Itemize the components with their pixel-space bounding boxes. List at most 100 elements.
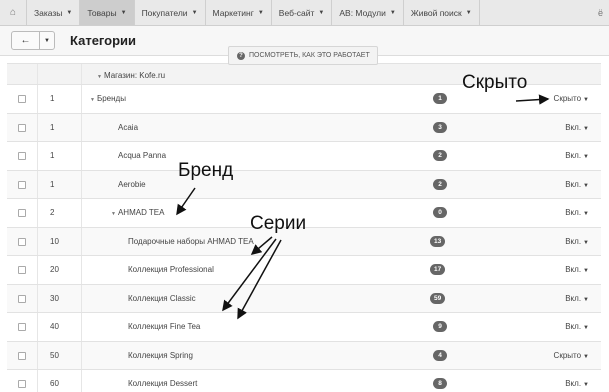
expand-caret-icon[interactable]: ▼ bbox=[90, 97, 95, 103]
status-dropdown[interactable]: Скрыто ▼ bbox=[554, 94, 589, 103]
category-name-text: Коллекция Professional bbox=[128, 265, 214, 274]
row-checkbox[interactable] bbox=[18, 123, 26, 132]
caret-down-icon: ▼ bbox=[583, 296, 589, 303]
category-name[interactable]: Коллекция Fine Tea bbox=[128, 322, 200, 331]
status-dropdown[interactable]: Вкл. ▼ bbox=[565, 265, 589, 274]
status-dropdown[interactable]: Вкл. ▼ bbox=[565, 123, 589, 132]
status-label: Вкл. bbox=[565, 322, 582, 331]
row-position[interactable]: 1 bbox=[50, 123, 54, 132]
nav-item-label: Веб-сайт bbox=[278, 7, 315, 18]
row-checkbox[interactable] bbox=[18, 266, 26, 274]
row-checkbox[interactable] bbox=[18, 351, 26, 360]
category-name-text: Acaia bbox=[118, 122, 139, 132]
page-title: Категории bbox=[70, 33, 137, 48]
status-dropdown[interactable]: Вкл. ▼ bbox=[565, 294, 589, 303]
nav-item[interactable]: Заказы ▼ bbox=[27, 0, 81, 25]
row-position[interactable]: 1 bbox=[50, 180, 54, 189]
table-row: 20 Коллекция Professional 17 Вкл. ▼ bbox=[7, 256, 601, 285]
caret-down-icon: ▼ bbox=[583, 382, 589, 388]
table-row: 30 Коллекция Classic 59 Вкл. ▼ bbox=[7, 284, 601, 313]
row-checkbox[interactable] bbox=[18, 209, 26, 217]
category-name-text: Бренды bbox=[96, 94, 126, 103]
row-position[interactable]: 60 bbox=[50, 379, 59, 388]
status-dropdown[interactable]: Вкл. ▼ bbox=[565, 151, 589, 160]
row-checkbox[interactable] bbox=[18, 95, 26, 103]
product-count-badge: 4 bbox=[433, 349, 447, 361]
nav-item[interactable]: AB: Модули ▼ bbox=[332, 0, 404, 25]
row-checkbox[interactable] bbox=[18, 237, 26, 246]
category-name[interactable]: Acaia bbox=[118, 123, 138, 132]
nav-item[interactable]: Маркетинг ▼ bbox=[206, 0, 272, 25]
category-name[interactable]: Aerobie bbox=[118, 180, 146, 189]
product-count-badge: 17 bbox=[430, 264, 446, 275]
caret-down-icon: ▼ bbox=[583, 97, 589, 103]
row-position[interactable]: 50 bbox=[50, 351, 59, 360]
category-name-text: AHMAD TEA bbox=[117, 208, 165, 217]
row-position[interactable]: 2 bbox=[50, 208, 54, 217]
product-count-badge: 0 bbox=[433, 207, 447, 218]
category-name[interactable]: ▼ Бренды bbox=[90, 94, 126, 103]
how-it-works-button[interactable]: ? ПОСМОТРЕТЬ, КАК ЭТО РАБОТАЕТ bbox=[228, 46, 378, 65]
row-position[interactable]: 1 bbox=[50, 151, 54, 160]
status-dropdown[interactable]: Вкл. ▼ bbox=[565, 180, 589, 189]
back-button[interactable]: ← ▼ bbox=[11, 31, 55, 50]
annotation-brand: Бренд bbox=[178, 160, 234, 181]
product-count-badge: 9 bbox=[433, 321, 447, 332]
category-name-text: Acqua Panna bbox=[118, 151, 167, 160]
nav-item[interactable]: Веб-сайт ▼ bbox=[272, 0, 333, 25]
row-checkbox[interactable] bbox=[18, 294, 26, 303]
status-dropdown[interactable]: Вкл. ▼ bbox=[565, 379, 589, 388]
product-count-badge: 59 bbox=[430, 292, 446, 304]
product-count-badge: 1 bbox=[433, 93, 447, 104]
row-checkbox[interactable] bbox=[18, 180, 26, 189]
row-position[interactable]: 10 bbox=[50, 237, 59, 246]
caret-down-icon: ▼ bbox=[465, 9, 472, 16]
status-label: Вкл. bbox=[565, 265, 582, 274]
table-row: 50 Коллекция Spring 4 Скрыто ▼ bbox=[7, 341, 601, 370]
caret-down-icon: ▼ bbox=[120, 9, 127, 16]
row-checkbox[interactable] bbox=[18, 323, 26, 331]
home-icon[interactable]: ⌂ bbox=[0, 0, 27, 25]
top-nav: ⌂ Заказы ▼ Товары ▼ Покупатели ▼ Маркетинг ▼ Веб… bbox=[0, 0, 609, 26]
caret-down-icon: ▼ bbox=[389, 9, 396, 16]
status-dropdown[interactable]: Вкл. ▼ bbox=[565, 208, 589, 217]
back-arrow-icon[interactable]: ← bbox=[12, 32, 40, 49]
expand-caret-icon[interactable]: ▼ bbox=[111, 211, 116, 217]
row-position[interactable]: 20 bbox=[50, 265, 59, 274]
category-name[interactable]: ▼ AHMAD TEA bbox=[111, 208, 164, 217]
category-name[interactable]: Коллекция Professional bbox=[128, 265, 214, 274]
category-name[interactable]: Коллекция Spring bbox=[128, 351, 193, 360]
store-label[interactable]: ▼ Магазин: Kofe.ru bbox=[97, 71, 165, 80]
caret-down-icon[interactable]: ▼ bbox=[40, 32, 54, 49]
product-count-badge: 8 bbox=[433, 378, 447, 389]
category-name-text: Aerobie bbox=[118, 179, 146, 189]
nav-item[interactable]: Товары ▼ bbox=[80, 0, 135, 25]
status-dropdown[interactable]: Скрыто ▼ bbox=[554, 351, 589, 360]
nav-item[interactable]: Покупатели ▼ bbox=[135, 0, 206, 25]
status-label: Вкл. bbox=[565, 122, 582, 132]
status-label: Вкл. bbox=[565, 236, 582, 246]
row-position[interactable]: 30 bbox=[50, 294, 59, 303]
row-position[interactable]: 40 bbox=[50, 322, 59, 331]
category-name[interactable]: Коллекция Classic bbox=[128, 294, 196, 303]
nav-item-label: Живой поиск bbox=[410, 7, 462, 18]
how-it-works-label: ПОСМОТРЕТЬ, КАК ЭТО РАБОТАЕТ bbox=[249, 52, 370, 59]
row-position[interactable]: 1 bbox=[50, 94, 54, 103]
status-dropdown[interactable]: Вкл. ▼ bbox=[565, 237, 589, 246]
category-name[interactable]: Acqua Panna bbox=[118, 151, 166, 160]
nav-right-label[interactable]: ё bbox=[598, 0, 609, 25]
status-label: Вкл. bbox=[565, 208, 582, 217]
category-name-text: Коллекция Spring bbox=[128, 350, 193, 360]
row-checkbox[interactable] bbox=[18, 380, 26, 388]
nav-item-label: Товары bbox=[87, 7, 117, 18]
caret-down-icon: ▼ bbox=[66, 9, 73, 16]
nav-item[interactable]: Живой поиск ▼ bbox=[404, 0, 480, 25]
row-checkbox[interactable] bbox=[18, 152, 26, 160]
table-row: 1 Acqua Panna 2 Вкл. ▼ bbox=[7, 142, 601, 171]
category-name-text: Коллекция Fine Tea bbox=[128, 322, 201, 331]
category-name[interactable]: Подарочные наборы AHMAD TEA bbox=[128, 237, 254, 246]
table-row: 60 Коллекция Dessert 8 Вкл. ▼ bbox=[7, 370, 601, 392]
category-name[interactable]: Коллекция Dessert bbox=[128, 379, 197, 388]
status-dropdown[interactable]: Вкл. ▼ bbox=[565, 322, 589, 331]
status-label: Скрыто bbox=[553, 94, 582, 103]
